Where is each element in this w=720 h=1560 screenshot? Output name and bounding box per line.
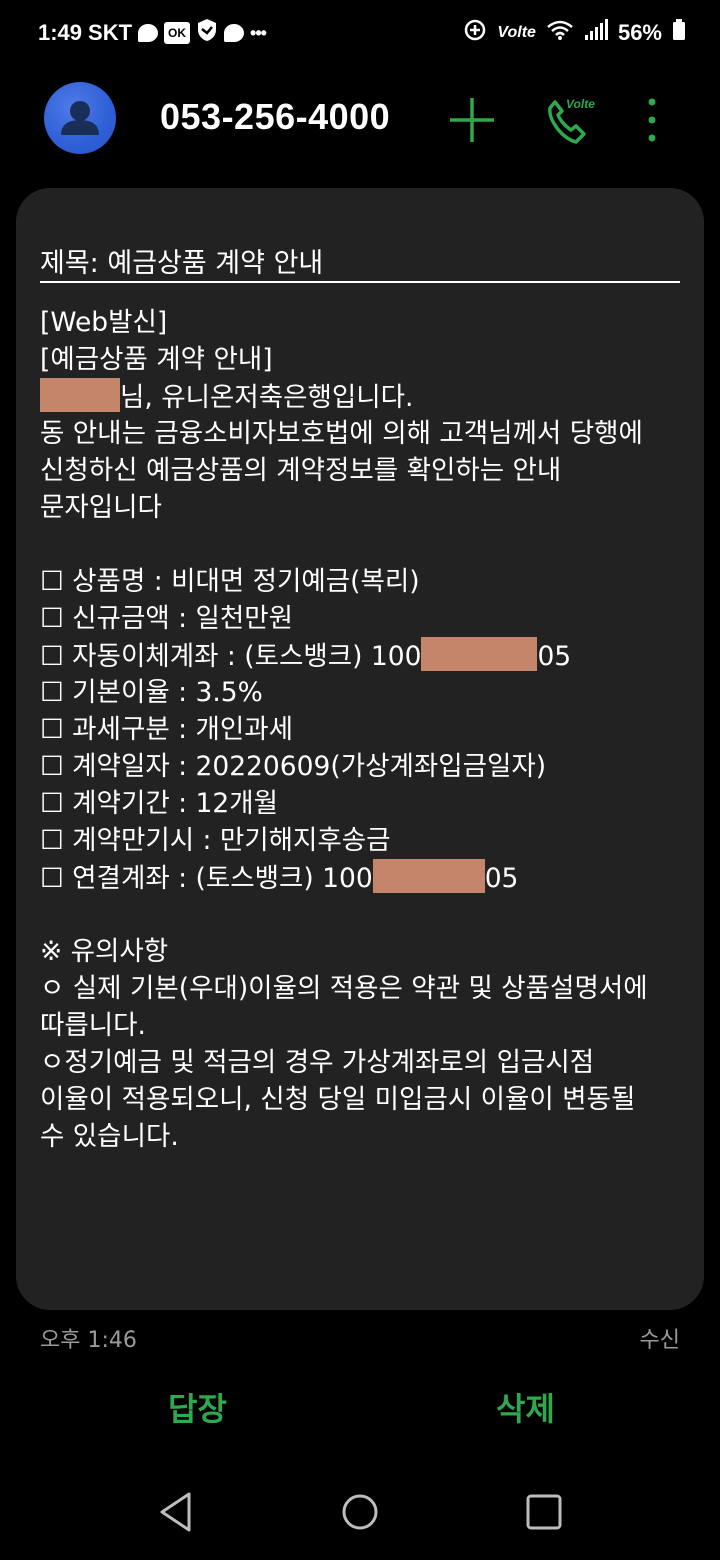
status-time: 1:49 [38,20,83,45]
message-line: ☐ 자동이체계좌 : (토스뱅크) 100 05 [40,637,690,674]
battery-icon [672,19,686,47]
wifi-icon [546,19,574,47]
message-subject: 제목: 예금상품 계약 안내 [40,248,324,279]
contact-avatar[interactable] [44,82,116,154]
home-button[interactable] [340,1490,380,1538]
message-line: ☐ 계약기간 : 12개월 [40,788,278,819]
person-icon [61,101,99,135]
message-line: 수 있습니다. [40,1121,179,1152]
message-line: ☐ 계약만기시 : 만기해지후송금 [40,825,391,856]
message-line: ※ 유의사항 [40,936,169,967]
message-line: ㅇ 실제 기본(우대)이율의 적용은 약관 및 상품설명서에 [40,973,648,1004]
message-line: ☐ 신규금액 : 일천만원 [40,603,293,634]
delete-button[interactable]: 삭제 [496,1384,555,1430]
message-line: ☐ 과세구분 : 개인과세 [40,714,293,745]
svg-text:Volte: Volte [566,97,595,111]
message-line: 따릅니다. [40,1010,146,1041]
add-contact-button[interactable] [446,94,498,150]
status-carrier: SKT [88,20,133,45]
sync-icon [463,18,487,48]
message-line: 신청하신 예금상품의 계약정보를 확인하는 안내 [40,455,562,486]
volte-indicator: Volte [497,24,536,41]
redacted-account-number [372,859,485,893]
message-status: 수신 [639,1328,680,1353]
battery-percent: 56% [617,20,662,45]
message-line: ㅇ정기예금 및 적금의 경우 가상계좌로의 입금시점 [40,1047,595,1078]
more-notifications-icon: ••• [250,22,267,43]
more-options-button[interactable] [640,94,664,150]
phone-icon: Volte [548,97,595,144]
message-body: [Web발신] [예금상품 계약 안내] 님, 유니온저축은행입니다. 동 안내… [40,304,690,1155]
message-line: ☐ 기본이율 : 3.5% [40,677,263,708]
chat-bubble-icon [138,24,159,42]
message-detail-screen: 1:49 SKT OK ••• Volte 56% 053-256-4000 V… [0,0,720,1560]
back-triangle-icon [160,1492,191,1532]
message-line: [예금상품 계약 안내] [40,344,273,375]
shield-icon [196,18,218,48]
navigation-bar [0,1470,720,1560]
plus-icon [450,98,494,142]
conversation-header: 053-256-4000 Volte [0,76,720,166]
back-button[interactable] [156,1490,196,1538]
recents-square-icon [526,1494,562,1530]
volte-call-button[interactable]: Volte [540,94,600,154]
message-timestamp: 오후 1:46 [40,1328,137,1353]
contact-phone-number: 053-256-4000 [160,96,391,137]
message-line: ☐ 연결계좌 : (토스뱅크) 100 05 [40,859,690,896]
message-line: 동 안내는 금융소비자보호법에 의해 고객님께서 당행에 [40,418,643,449]
status-left: 1:49 SKT OK ••• [38,18,267,48]
reply-button[interactable]: 답장 [168,1384,227,1430]
ok-icon: OK [164,22,191,44]
recent-apps-button[interactable] [524,1490,564,1538]
message-line: ☐ 상품명 : 비대면 정기예금(복리) [40,566,420,597]
home-circle-icon [342,1494,378,1530]
redacted-account-number [421,637,538,671]
message-line: [Web발신] [40,307,168,338]
more-vert-icon [648,98,656,142]
message-line: 이율이 적용되오니, 신청 당일 미입금시 이율이 변동될 [40,1084,636,1115]
signal-icon [584,19,608,47]
redacted-name [40,378,120,412]
notification-bubble-icon [224,24,245,42]
status-bar: 1:49 SKT OK ••• Volte 56% [0,0,720,64]
status-right: Volte 56% [463,18,686,48]
message-line: 님, 유니온저축은행입니다. [40,378,690,415]
message-line: 문자입니다 [40,492,162,523]
message-line: ☐ 계약일자 : 20220609(가상계좌입금일자) [40,751,547,782]
subject-divider [40,281,680,283]
